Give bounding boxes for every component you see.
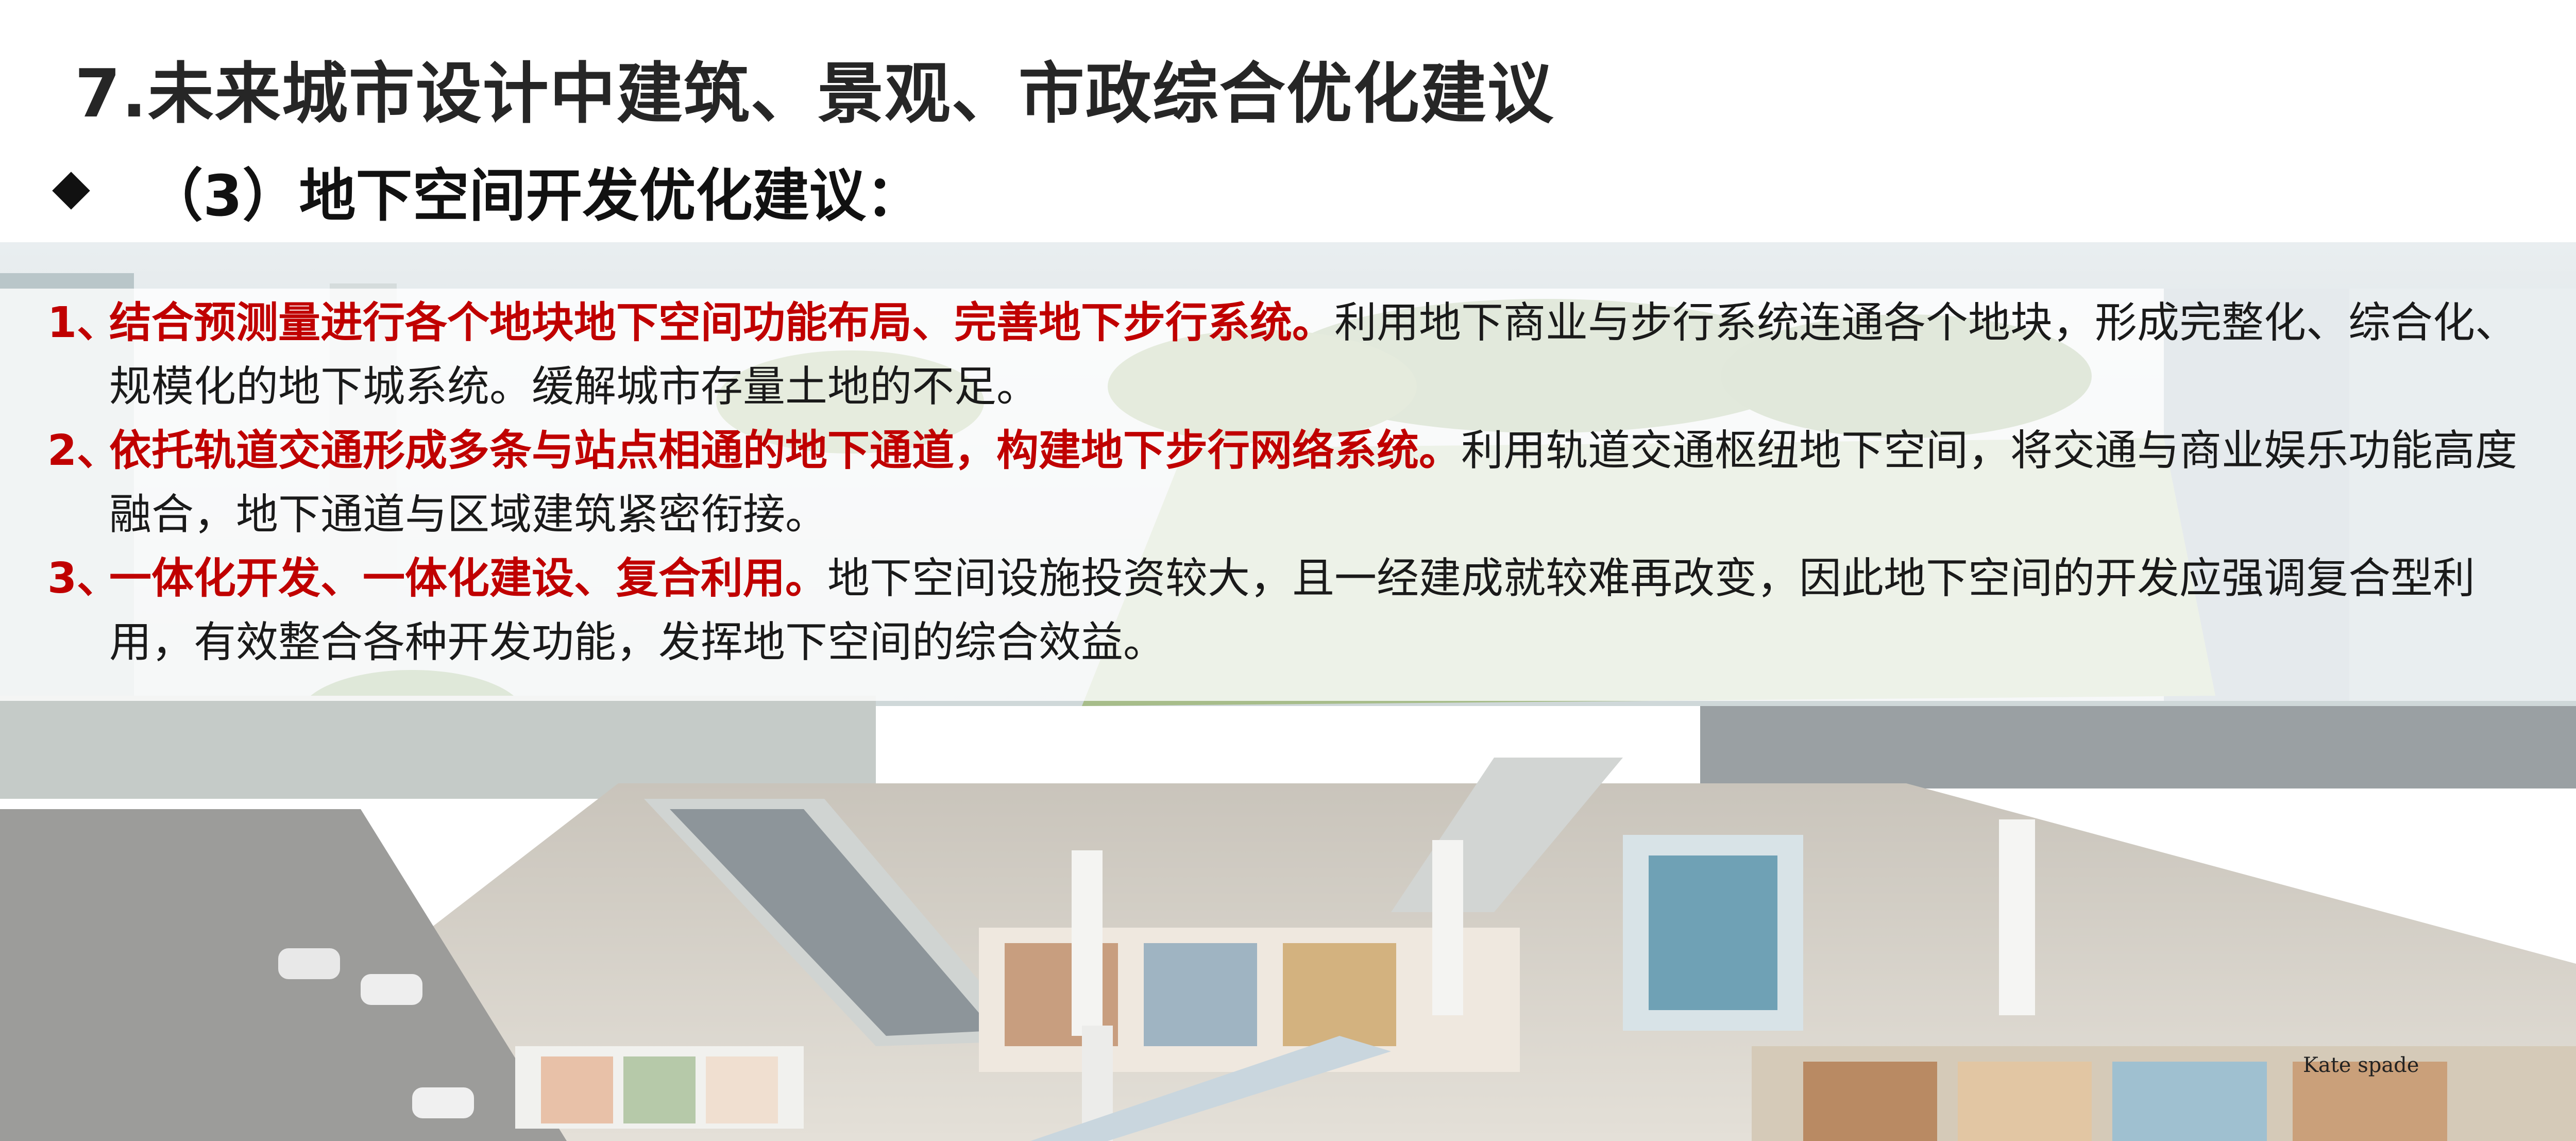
recommendation-list: 1、 结合预测量进行各个地块地下空间功能布局、完善地下步行系统。利用地下商业与步行… bbox=[47, 291, 2556, 675]
slide-title: 7.未来城市设计中建筑、景观、市政综合优化建议 bbox=[75, 56, 1554, 132]
item-heading: 依托轨道交通形成多条与站点相通的地下通道，构建地下步行网络系统。 bbox=[109, 426, 1462, 475]
item-heading: 结合预测量进行各个地块地下空间功能布局、完善地下步行系统。 bbox=[109, 298, 1335, 347]
kate-spade-sign: Kate spade bbox=[2303, 1053, 2419, 1077]
list-item: 1、 结合预测量进行各个地块地下空间功能布局、完善地下步行系统。利用地下商业与步行… bbox=[47, 291, 2556, 419]
section-subtitle-row: （3）地下空间开发优化建议： bbox=[47, 149, 923, 232]
item-number: 1、 bbox=[47, 298, 120, 347]
item-number: 3、 bbox=[47, 554, 120, 603]
section-subtitle: （3）地下空间开发优化建议： bbox=[146, 163, 923, 229]
list-item: 2、 依托轨道交通形成多条与站点相通的地下通道，构建地下步行网络系统。利用轨道交通… bbox=[47, 419, 2556, 547]
item-number: 2、 bbox=[47, 426, 120, 475]
item-heading: 一体化开发、一体化建设、复合利用。 bbox=[109, 554, 828, 603]
list-item: 3、 一体化开发、一体化建设、复合利用。地下空间设施投资较大，且一经建成就较难再改… bbox=[47, 547, 2556, 675]
diamond-bullet-icon bbox=[52, 172, 90, 210]
